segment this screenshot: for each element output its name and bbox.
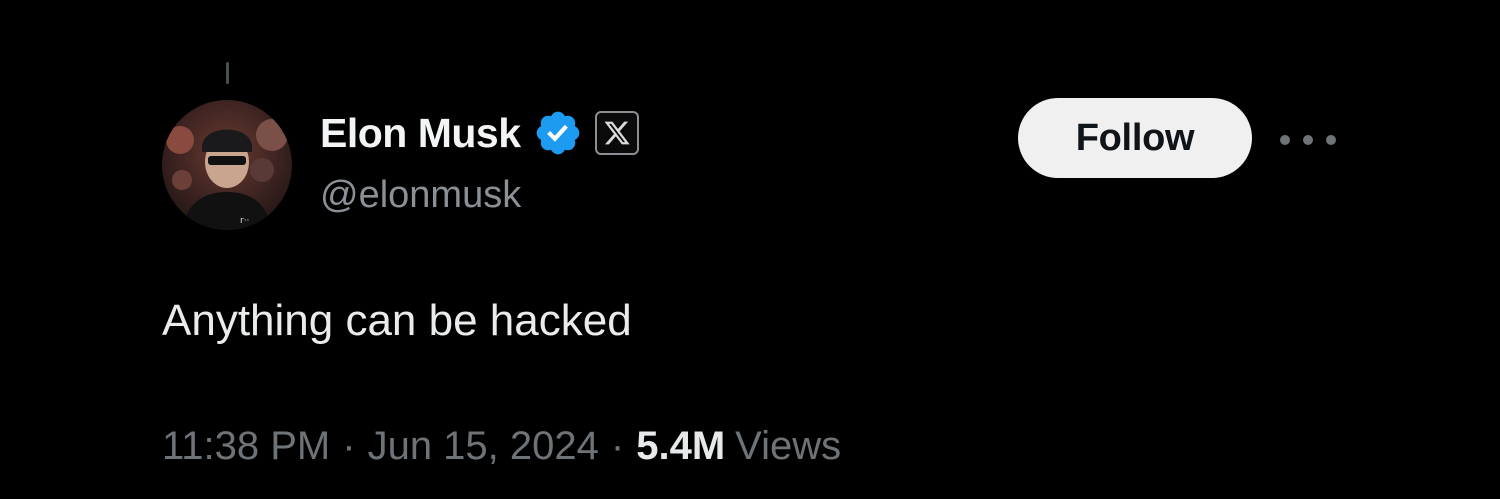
author-handle[interactable]: @elonmusk [320, 174, 521, 217]
more-horizontal-icon[interactable] [1280, 128, 1336, 152]
more-dot [1326, 135, 1336, 145]
meta-separator: · [342, 424, 356, 468]
follow-button[interactable]: Follow [1018, 98, 1252, 178]
views-count: 5.4M [636, 424, 726, 468]
more-dot [1280, 135, 1290, 145]
tweet-meta: 11:38 PM · Jun 15, 2024 · 5.4M Views [162, 424, 841, 469]
author-display-name[interactable]: Elon Musk [320, 110, 521, 157]
tweet-time[interactable]: 11:38 PM [162, 424, 330, 469]
views-label: Views [735, 424, 842, 468]
thread-connector-line [226, 62, 229, 84]
avatar-image: r·· [162, 100, 292, 230]
author-name-row: Elon Musk [320, 108, 639, 158]
svg-text:r··: r·· [240, 216, 249, 226]
tweet-date[interactable]: Jun 15, 2024 [368, 424, 599, 469]
meta-separator: · [610, 424, 625, 468]
avatar[interactable]: r·· [162, 100, 292, 230]
tweet-text: Anything can be hacked [162, 296, 632, 345]
tweet-card: r·· Elon Musk @elonmusk Follow Anything … [0, 0, 1500, 499]
x-logo-icon [594, 111, 639, 155]
verified-badge-icon [533, 108, 583, 158]
more-dot [1303, 135, 1313, 145]
